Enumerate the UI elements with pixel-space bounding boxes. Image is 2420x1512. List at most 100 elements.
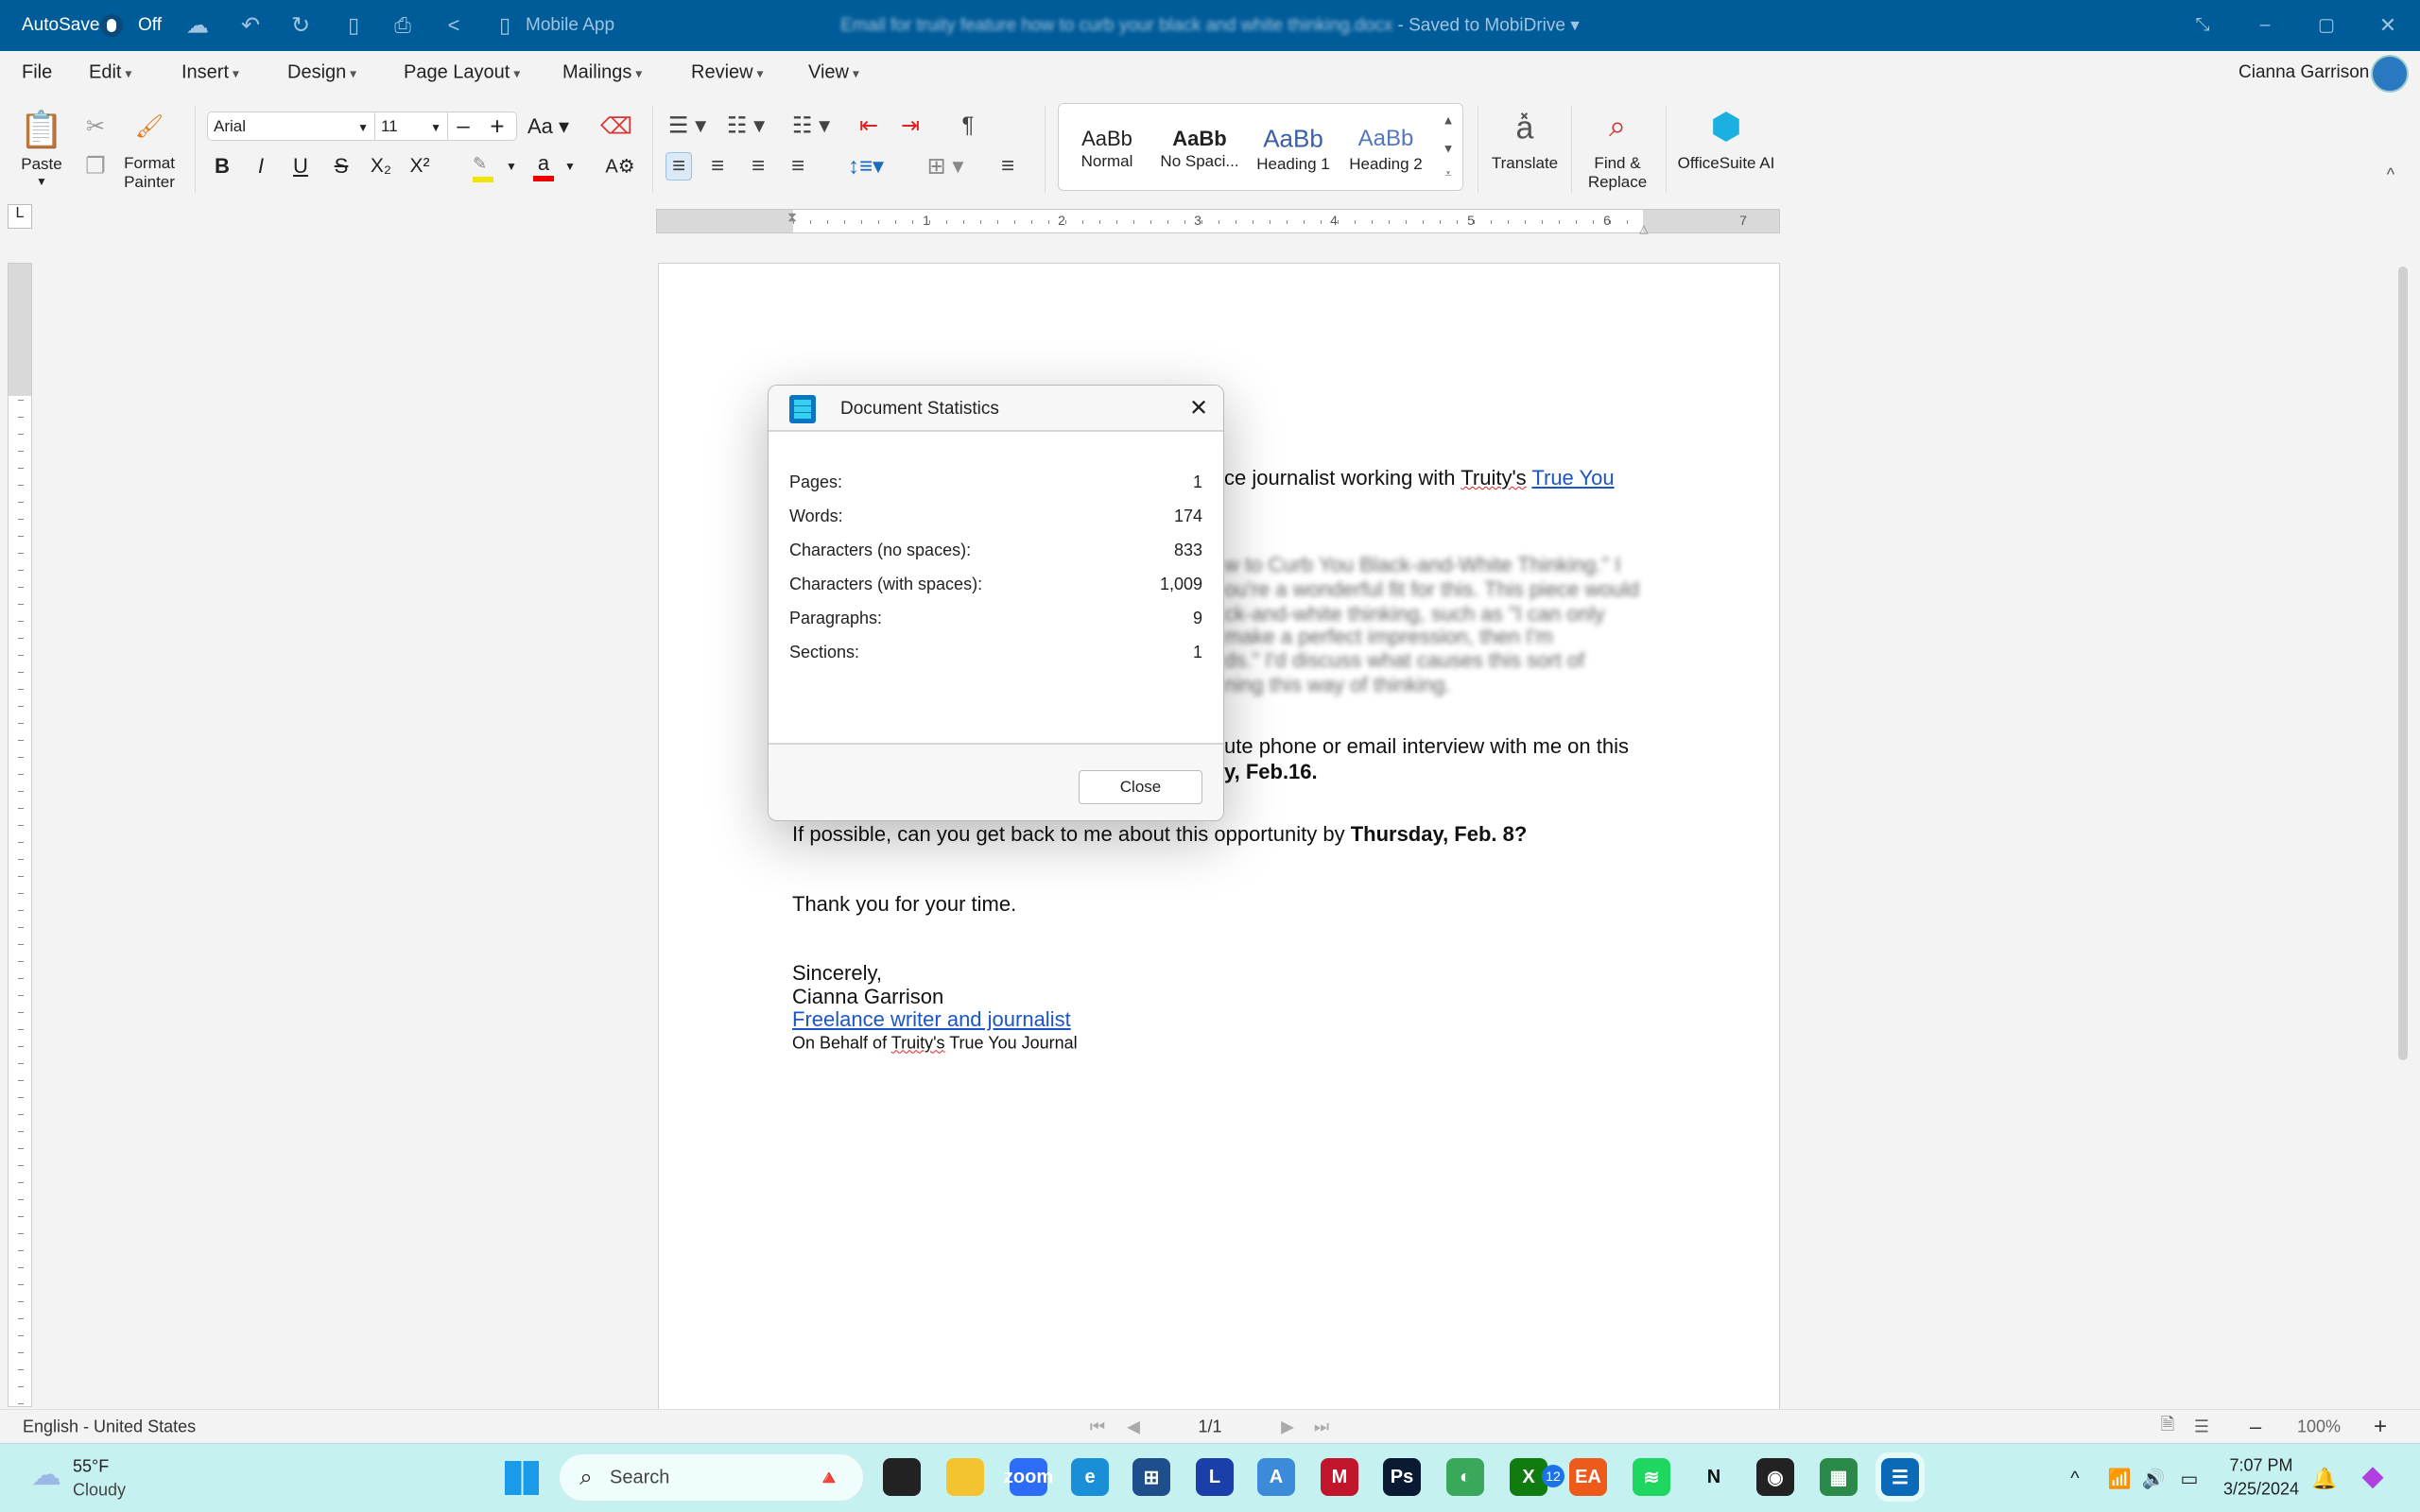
translate-button[interactable]: Translate [1492, 154, 1558, 173]
copilot-icon[interactable]: ◆ [2361, 1460, 2383, 1493]
menu-insert[interactable]: Insert [182, 62, 239, 84]
start-button[interactable] [505, 1461, 539, 1495]
print-icon[interactable]: ⎙ [394, 13, 411, 38]
officesuite-ai-button[interactable]: OfficeSuite AI [1678, 154, 1775, 173]
cloudy-weather-icon[interactable]: ☁ [31, 1456, 61, 1492]
find-replace-label-1[interactable]: Find & [1594, 154, 1640, 173]
font-color-dropdown-icon[interactable]: ▼ [564, 160, 576, 173]
menu-design[interactable]: Design [287, 62, 356, 84]
gallery-down-icon[interactable]: ▼ [1443, 142, 1455, 156]
translate-icon[interactable]: a̽ [1516, 111, 1534, 147]
redo-icon[interactable]: ↻ [291, 12, 310, 40]
indent-marker[interactable]: ⧗ [787, 210, 797, 226]
vertical-ruler[interactable] [8, 263, 32, 1407]
close-button[interactable]: Close [1079, 770, 1202, 804]
paste-button[interactable]: Paste [21, 155, 61, 174]
notification-bell-icon[interactable]: 🔔 [2311, 1467, 2337, 1491]
taskbar-app-n-app[interactable]: N [1695, 1458, 1733, 1496]
doc-link[interactable]: Freelance writer and journalist [792, 1007, 1071, 1032]
style-normal-sample[interactable]: AaBb [1081, 127, 1132, 151]
align-right-button[interactable]: ≡ [752, 153, 765, 180]
highlight-icon[interactable]: ✎ [473, 154, 493, 182]
clock-date[interactable]: 3/25/2024 [2223, 1480, 2299, 1500]
taskbar-app-microsoft-store[interactable]: ⊞ [1132, 1458, 1170, 1496]
line-spacing-icon[interactable]: ↕≡▾ [848, 153, 884, 180]
format-painter-icon[interactable]: 🖌 [135, 113, 164, 141]
web-layout-icon[interactable]: ☰ [2194, 1418, 2209, 1437]
taskbar-app-nvidia[interactable]: ◉ [1756, 1458, 1794, 1496]
align-left-button[interactable]: ≡ [665, 152, 693, 180]
taskbar-app-edge[interactable]: e [1071, 1458, 1109, 1496]
font-color-icon[interactable]: a [533, 151, 554, 181]
numbered-list-icon[interactable]: ☷ ▾ [727, 112, 765, 140]
menu-review[interactable]: Review [691, 62, 764, 84]
style-heading-2-sample[interactable]: AaBb [1358, 126, 1414, 152]
officesuite-ai-icon[interactable]: ⬢ [1710, 106, 1741, 148]
scrollbar-thumb[interactable] [2398, 266, 2408, 1060]
taskbar-app-sheets[interactable]: ▦ [1820, 1458, 1858, 1496]
font-name-select[interactable]: Arial ▼ [207, 112, 375, 141]
cloud-sync-icon[interactable]: ☁ [186, 12, 209, 40]
mobile-app-button[interactable]: Mobile App [526, 15, 614, 36]
dialog-close-icon[interactable]: ✕ [1189, 395, 1208, 422]
share-icon[interactable]: < [448, 13, 460, 38]
close-window-button[interactable]: ✕ [2379, 13, 2396, 38]
style-heading-1-sample[interactable]: AaBb [1263, 125, 1323, 154]
strikethrough-button[interactable]: S [335, 154, 349, 179]
minimize-button[interactable]: – [2260, 15, 2271, 36]
language-status[interactable]: English - United States [23, 1418, 196, 1437]
style-heading-1[interactable]: Heading 1 [1256, 155, 1330, 174]
collapse-ribbon-icon[interactable]: ^ [2387, 165, 2394, 185]
style-no-spacing-sample[interactable]: AaBb [1172, 127, 1226, 151]
find-replace-icon[interactable]: ⌕ [1609, 109, 1626, 145]
horizontal-ruler[interactable] [656, 209, 1780, 233]
next-page-icon[interactable]: ▶ [1281, 1418, 1294, 1437]
bold-button[interactable]: B [215, 154, 230, 179]
superscript-button[interactable]: X² [410, 155, 430, 178]
gallery-up-icon[interactable]: ▲ [1443, 113, 1455, 128]
menu-page-layout[interactable]: Page Layout [404, 62, 520, 84]
weather-condition[interactable]: Cloudy [73, 1481, 126, 1501]
styles-settings-icon[interactable]: A⚙ [605, 155, 634, 179]
subscript-button[interactable]: X₂ [371, 155, 391, 178]
menu-view[interactable]: View [808, 62, 859, 84]
taskbar-app-photoshop[interactable]: Ps [1383, 1458, 1421, 1496]
print-layout-icon[interactable]: 🗎 [2161, 1413, 2174, 1441]
style-no-spacing[interactable]: No Spaci... [1160, 152, 1238, 171]
right-indent-marker[interactable]: △ [1639, 222, 1648, 235]
bullet-list-icon[interactable]: ☰ ▾ [668, 112, 706, 140]
taskbar-app-spotify[interactable]: ≋ [1633, 1458, 1670, 1496]
increase-indent-icon[interactable]: ⇥ [901, 112, 920, 140]
gallery-expand-icon[interactable]: ⩡ [1444, 166, 1451, 181]
maximize-button[interactable]: ▢ [2318, 15, 2335, 37]
borders-icon[interactable]: ⊞ ▾ [927, 153, 964, 180]
clear-formatting-icon[interactable]: ⌫ [600, 113, 632, 141]
align-center-button[interactable]: ≡ [711, 153, 724, 180]
fullscreen-icon[interactable]: ⤡ [2195, 15, 2209, 36]
multilevel-list-icon[interactable]: ☷ ▾ [792, 112, 830, 140]
menu-edit[interactable]: Edit [89, 62, 131, 84]
user-name[interactable]: Cianna Garrison [2238, 62, 2369, 83]
first-page-icon[interactable]: ⏮ [1090, 1418, 1105, 1437]
highlight-dropdown-icon[interactable]: ▼ [506, 160, 517, 173]
mobile-icon[interactable]: ▯ [499, 13, 510, 38]
volume-icon[interactable]: 🔊 [2142, 1468, 2166, 1491]
misspelled-word[interactable]: Truity's [891, 1034, 945, 1053]
undo-icon[interactable]: ↶ [241, 12, 260, 40]
paragraph-settings-icon[interactable]: ≡ [1001, 153, 1014, 180]
new-document-icon[interactable]: ▯ [348, 13, 359, 38]
paste-icon[interactable]: 📋 [19, 110, 63, 151]
pilcrow-icon[interactable]: ¶ [962, 112, 975, 139]
underline-button[interactable]: U [293, 154, 308, 179]
last-page-icon[interactable]: ⏭ [1314, 1418, 1329, 1437]
cut-icon[interactable]: ✂ [86, 113, 105, 141]
taskbar-app-zoom[interactable]: zoom [1004, 1458, 1053, 1496]
style-normal[interactable]: Normal [1081, 152, 1133, 171]
change-case-button[interactable]: Aa ▾ [527, 114, 569, 139]
search-box[interactable]: ⌕ Search 🔺 [559, 1453, 864, 1502]
taskbar-app-affinity[interactable]: A [1257, 1458, 1295, 1496]
zoom-level[interactable]: 100% [2297, 1418, 2341, 1437]
menu-file[interactable]: File [22, 62, 52, 84]
menu-mailings[interactable]: Mailings [562, 62, 642, 84]
zoom-in-button[interactable]: + [2374, 1414, 2387, 1440]
